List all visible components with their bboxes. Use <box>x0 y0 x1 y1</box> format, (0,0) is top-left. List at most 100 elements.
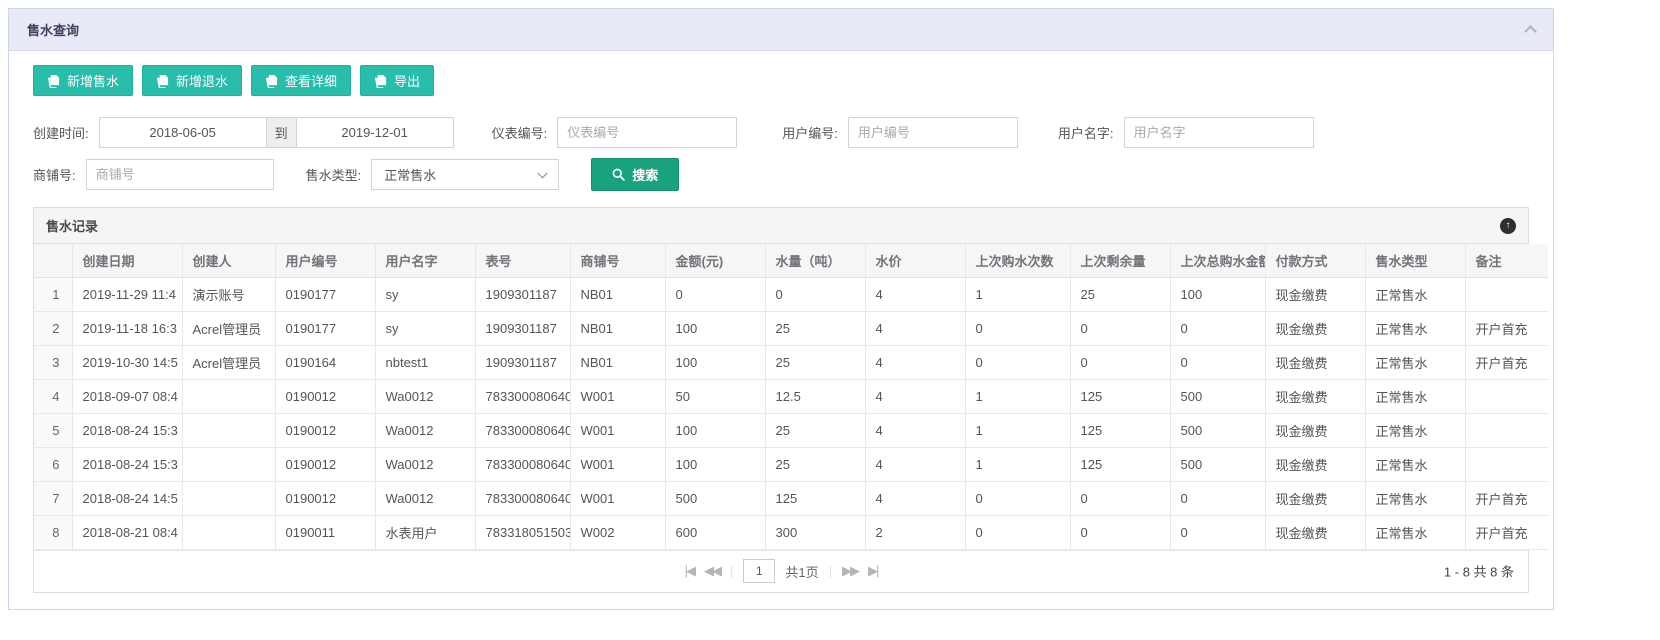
toolbar-button-1[interactable]: 新增售水 <box>33 65 133 96</box>
table-cell: 2018-09-07 08:4 <box>72 379 182 413</box>
table-cell: 正常售水 <box>1365 481 1465 515</box>
table-cell <box>182 413 275 447</box>
table-cell: 7833000806401 <box>475 447 570 481</box>
toolbar-button-2[interactable]: 新增退水 <box>142 65 242 96</box>
record-count-summary: 1 - 8 共 8 条 <box>1444 562 1514 581</box>
prev-page-button[interactable]: ◀◀ <box>704 563 720 579</box>
table-cell: 100 <box>665 413 765 447</box>
table-row[interactable]: 52018-08-24 15:30190012Wa001278330008064… <box>34 413 1548 447</box>
table-cell: 现金缴费 <box>1265 481 1365 515</box>
table-cell: 4 <box>865 447 965 481</box>
table-cell: 2019-10-30 14:5 <box>72 345 182 379</box>
table-cell: 25 <box>765 447 865 481</box>
table-row[interactable]: 82018-08-21 08:40190011水表用户7833180515039… <box>34 515 1548 549</box>
table-cell <box>1465 447 1548 481</box>
date-from-input[interactable] <box>99 117 267 148</box>
table-cell: Wa0012 <box>375 413 475 447</box>
table-cell: 0 <box>765 277 865 311</box>
scroll-top-icon[interactable]: ↑ <box>1500 218 1516 234</box>
records-panel: 售水记录 ↑ 创建日期创建人用户编号用户名字表号商铺号金额(元)水量（吨）水价上… <box>33 207 1529 593</box>
meter-no-input[interactable] <box>557 117 737 148</box>
table-cell: 1 <box>965 413 1070 447</box>
page-number-input[interactable] <box>743 559 775 583</box>
table-cell: 4 <box>865 413 965 447</box>
table-cell: W001 <box>570 379 665 413</box>
column-header: 表号 <box>475 244 570 277</box>
table-cell <box>1465 277 1548 311</box>
filter-row-2: 商铺号: 售水类型: 正常售水 搜索 <box>33 159 1529 190</box>
table-cell: 现金缴费 <box>1265 277 1365 311</box>
table-cell: 500 <box>1170 447 1265 481</box>
table-cell: 50 <box>665 379 765 413</box>
column-header: 上次总购水金额 <box>1170 244 1265 277</box>
last-page-button[interactable]: ▶| <box>868 563 877 579</box>
table-cell: 100 <box>665 447 765 481</box>
table-cell: 25 <box>765 311 865 345</box>
table-cell: 2018-08-24 15:3 <box>72 447 182 481</box>
row-index-cell: 4 <box>34 379 72 413</box>
table-cell: 7833000806401 <box>475 481 570 515</box>
search-button[interactable]: 搜索 <box>591 158 679 191</box>
toolbar: 新增售水新增退水 查看详细 导出 <box>33 65 1529 96</box>
column-header: 用户名字 <box>375 244 475 277</box>
table-cell: 25 <box>765 345 865 379</box>
table-cell: 2018-08-21 08:4 <box>72 515 182 549</box>
table-cell <box>1465 413 1548 447</box>
table-cell: 2018-08-24 14:5 <box>72 481 182 515</box>
user-name-input[interactable] <box>1124 117 1314 148</box>
table-cell: 4 <box>865 379 965 413</box>
date-to-input[interactable] <box>296 117 454 148</box>
table-row[interactable]: 32019-10-30 14:5Acrel管理员0190164nbtest119… <box>34 345 1548 379</box>
column-header: 付款方式 <box>1265 244 1365 277</box>
table-row[interactable]: 62018-08-24 15:30190012Wa001278330008064… <box>34 447 1548 481</box>
pagination: |◀ ◀◀ | 共1页 | ▶▶ ▶| <box>685 559 878 583</box>
table-cell: 500 <box>665 481 765 515</box>
table-cell: W001 <box>570 413 665 447</box>
table-cell: 0190012 <box>275 379 375 413</box>
panel-header: 售水查询 <box>9 9 1553 51</box>
table-cell: 0 <box>965 345 1070 379</box>
collapse-panel-icon[interactable] <box>1524 25 1537 38</box>
user-name-label: 用户名字: <box>1058 123 1114 142</box>
records-titlebar: 售水记录 ↑ <box>34 208 1528 244</box>
table-cell: Wa0012 <box>375 447 475 481</box>
table-cell: 1 <box>965 379 1070 413</box>
pager-divider: | <box>829 564 832 579</box>
shop-no-input[interactable] <box>86 159 274 190</box>
table-row[interactable]: 72018-08-24 14:50190012Wa001278330008064… <box>34 481 1548 515</box>
file-icon <box>265 74 278 88</box>
table-cell: 0 <box>1070 311 1170 345</box>
table-row[interactable]: 12019-11-29 11:4演示账号0190177sy1909301187N… <box>34 277 1548 311</box>
table-cell <box>182 447 275 481</box>
create-time-label: 创建时间: <box>33 123 89 142</box>
table-cell: 正常售水 <box>1365 379 1465 413</box>
table-cell: Wa0012 <box>375 379 475 413</box>
table-cell: 开户首充 <box>1465 311 1548 345</box>
next-page-button[interactable]: ▶▶ <box>842 563 858 579</box>
column-header: 商铺号 <box>570 244 665 277</box>
sale-type-value: 正常售水 <box>384 165 436 184</box>
table-row[interactable]: 42018-09-07 08:40190012Wa001278330008064… <box>34 379 1548 413</box>
table-cell: 125 <box>1070 379 1170 413</box>
table-cell: 0 <box>1170 515 1265 549</box>
table-cell: 0 <box>1170 481 1265 515</box>
table-cell: 开户首充 <box>1465 481 1548 515</box>
table-cell: 现金缴费 <box>1265 345 1365 379</box>
toolbar-button-4[interactable]: 导出 <box>360 65 434 96</box>
filter-row-1: 创建时间: 到 仪表编号: 用户编号: 用户名字: <box>33 117 1529 148</box>
table-cell: 正常售水 <box>1365 447 1465 481</box>
table-cell: 1 <box>965 447 1070 481</box>
column-header: 上次剩余量 <box>1070 244 1170 277</box>
table-cell: sy <box>375 311 475 345</box>
pager-divider: | <box>730 564 733 579</box>
sale-type-select[interactable]: 正常售水 <box>371 159 559 190</box>
table-row[interactable]: 22019-11-18 16:3Acrel管理员0190177sy1909301… <box>34 311 1548 345</box>
first-page-button[interactable]: |◀ <box>685 563 694 579</box>
toolbar-button-label: 查看详细 <box>285 71 337 90</box>
table-cell: 100 <box>665 311 765 345</box>
table-cell: 0190011 <box>275 515 375 549</box>
table-cell: 1909301187 <box>475 345 570 379</box>
toolbar-button-3[interactable]: 查看详细 <box>251 65 351 96</box>
user-no-input[interactable] <box>848 117 1018 148</box>
row-index-cell: 5 <box>34 413 72 447</box>
